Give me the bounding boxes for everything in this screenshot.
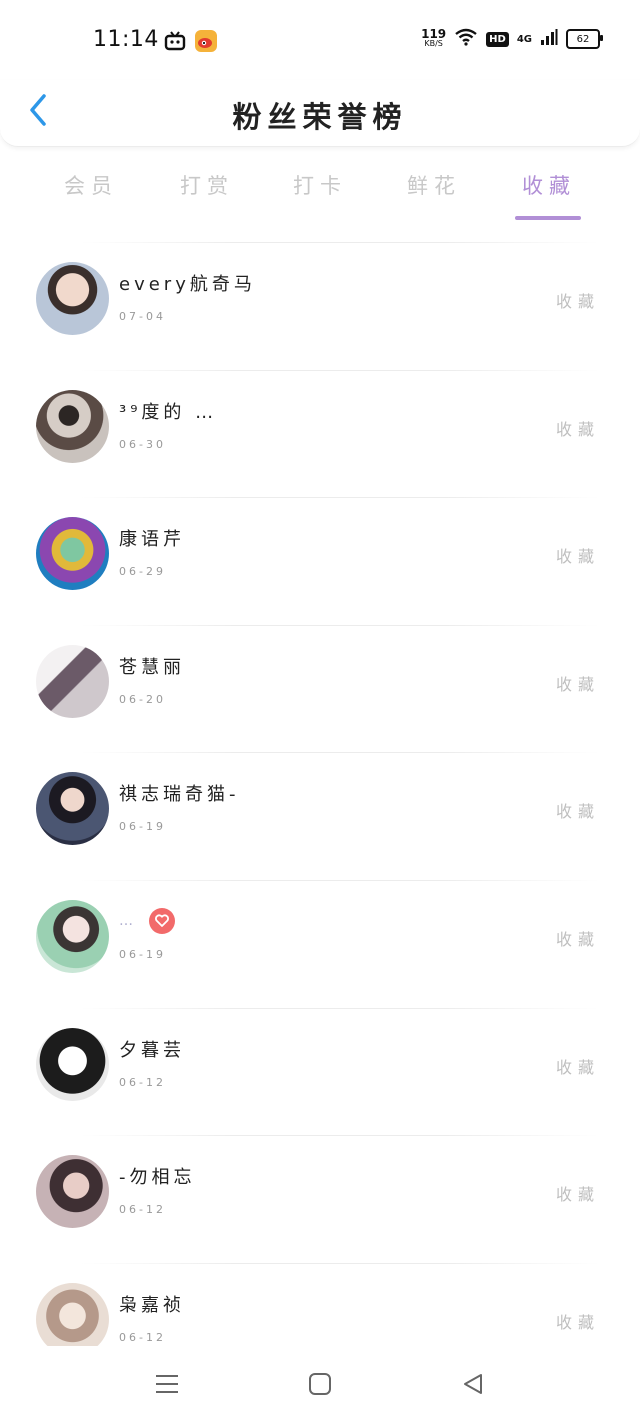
divider [80,752,600,754]
status-time: 11:14 [93,27,159,52]
fan-date: 06-12 [119,1330,166,1344]
avatar[interactable] [36,772,109,846]
fan-name-text: … [119,912,135,929]
list-item[interactable]: 苍慧丽 06-20 收藏 [0,624,640,753]
menu-button[interactable] [149,1368,185,1404]
weibo-icon [195,30,217,52]
wifi-icon [454,28,478,50]
divider [80,624,600,626]
avatar[interactable] [36,899,109,973]
status-bar: 11:14 119 KB/S HD 4G 62 [0,0,640,80]
avatar[interactable] [36,517,109,591]
divider [80,369,600,371]
divider [80,1262,600,1264]
fan-name: … [119,907,175,934]
fan-action: 收藏 [555,1312,600,1332]
divider [80,1135,600,1137]
net-speed: 119 KB/S [421,27,447,48]
avatar[interactable] [36,1027,109,1101]
system-nav-bar [0,1346,640,1422]
divider [80,497,600,499]
fan-action: 收藏 [555,419,600,439]
status-indicators: 119 KB/S HD 4G 62 [421,27,603,50]
network-type: 4G [516,33,532,45]
fan-name: 祺志瑞奇猫- [119,784,240,806]
fan-name: 夕暮芸 [119,1039,185,1061]
tab-favorites[interactable]: 收藏 [522,170,576,200]
tab-tips[interactable]: 打赏 [180,170,234,200]
list-item[interactable]: -勿相忘 06-12 收藏 [0,1135,640,1263]
square-icon [308,1372,332,1400]
divider [80,242,600,243]
list-item[interactable]: 康语芹 06-29 收藏 [0,497,640,625]
avatar[interactable] [36,1155,109,1229]
home-button[interactable] [302,1368,338,1404]
list-item[interactable]: … 06-19 收藏 [0,879,640,1008]
fan-date: 06-12 [119,1203,166,1217]
fan-date: 06-29 [119,565,166,579]
fan-name: -勿相忘 [119,1167,196,1189]
avatar[interactable] [36,1282,109,1356]
fan-name: 枭嘉祯 [119,1294,185,1316]
fan-date: 06-30 [119,437,166,451]
tab-members[interactable]: 会员 [64,170,118,200]
list-item[interactable]: every航奇马 07-04 收藏 [0,242,640,370]
fan-list: every航奇马 07-04 收藏 ³⁹度的 … 06-30 收藏 康语芹 06… [0,242,640,1390]
page-header: 粉丝荣誉榜 [0,80,640,147]
tv-app-icon [164,30,186,52]
active-tab-indicator [515,216,581,220]
fan-date: 06-20 [119,692,166,706]
menu-icon [154,1373,180,1399]
fan-action: 收藏 [555,292,600,311]
fan-name: every航奇马 [119,274,256,295]
fan-action: 收藏 [555,1057,600,1077]
fan-action: 收藏 [555,1185,600,1205]
fan-date: 06-12 [119,1075,166,1089]
fan-action: 收藏 [555,547,600,567]
avatar[interactable] [36,262,109,335]
signal-icon [540,28,558,50]
list-item[interactable]: 夕暮芸 06-12 收藏 [0,1007,640,1136]
list-item[interactable]: ³⁹度的 … 06-30 收藏 [0,369,640,498]
fan-date: 06-19 [119,947,166,961]
avatar[interactable] [36,644,109,718]
fan-name: 苍慧丽 [119,656,185,678]
battery-indicator: 62 [566,29,603,49]
fan-action: 收藏 [555,802,600,822]
tab-checkin[interactable]: 打卡 [293,170,347,200]
fan-action: 收藏 [555,674,600,694]
heart-icon [149,907,175,934]
back-nav-button[interactable] [455,1368,491,1404]
avatar[interactable] [36,389,109,463]
tab-flowers[interactable]: 鲜花 [407,170,461,200]
divider [80,1007,600,1009]
fan-name: ³⁹度的 … [119,401,218,423]
fan-name: 康语芹 [119,529,185,551]
tab-bar: 会员 打赏 打卡 鲜花 收藏 [0,160,640,224]
divider [80,879,600,881]
triangle-back-icon [461,1372,485,1400]
hd-badge: HD [486,31,509,47]
page-title: 粉丝荣誉榜 [232,100,408,134]
fan-date: 07-04 [119,310,166,323]
list-item[interactable]: 祺志瑞奇猫- 06-19 收藏 [0,752,640,880]
fan-action: 收藏 [555,929,600,949]
fan-date: 06-19 [119,820,166,834]
